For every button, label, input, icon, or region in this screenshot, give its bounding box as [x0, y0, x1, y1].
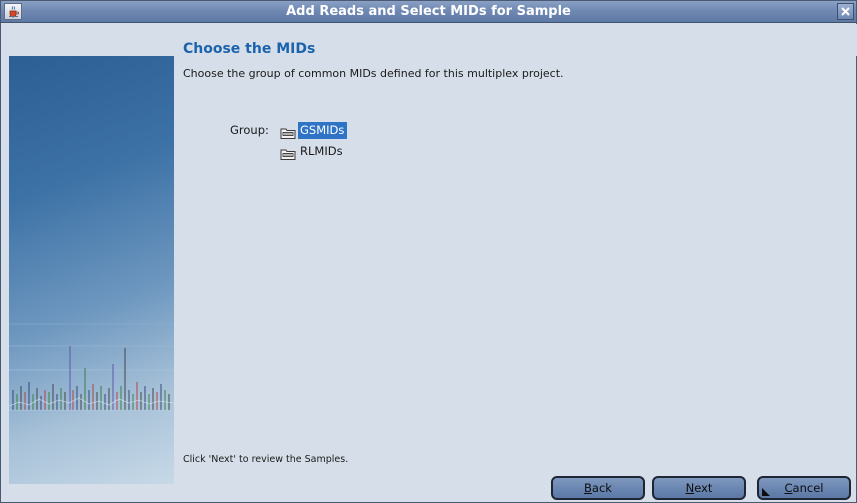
back-button[interactable]: Back	[551, 476, 645, 500]
folder-icon	[280, 145, 296, 160]
next-button-label: ext	[694, 481, 713, 495]
cancel-button-label: ancel	[792, 481, 824, 495]
title-bar[interactable]: Add Reads and Select MIDs for Sample	[1, 1, 856, 23]
page-description: Choose the group of common MIDs defined …	[183, 67, 564, 80]
wizard-dialog: Add Reads and Select MIDs for Sample Cho…	[0, 0, 857, 503]
group-item-label: RLMIDs	[300, 143, 343, 158]
sequencing-trace-banner-image	[9, 56, 174, 484]
group-label: Group:	[230, 123, 269, 137]
next-button[interactable]: Next	[652, 476, 746, 500]
header-strip	[9, 24, 857, 56]
folder-icon	[280, 124, 296, 139]
next-button-mnemonic: N	[685, 481, 695, 495]
cancel-button-mnemonic: C	[784, 481, 793, 495]
close-icon[interactable]	[837, 3, 854, 20]
resize-corner-icon	[762, 488, 770, 496]
back-button-label: ack	[591, 481, 612, 495]
cancel-button[interactable]: Cancel	[757, 476, 851, 500]
window-title: Add Reads and Select MIDs for Sample	[286, 4, 571, 19]
group-item-rlmids[interactable]: RLMIDs	[280, 142, 346, 160]
page-title: Choose the MIDs	[183, 41, 316, 57]
group-item-label: GSMIDs	[298, 121, 348, 139]
group-item-gsmids[interactable]: GSMIDs	[280, 121, 348, 139]
footer-note: Click 'Next' to review the Samples.	[183, 454, 349, 465]
back-button-mnemonic: B	[584, 481, 592, 495]
